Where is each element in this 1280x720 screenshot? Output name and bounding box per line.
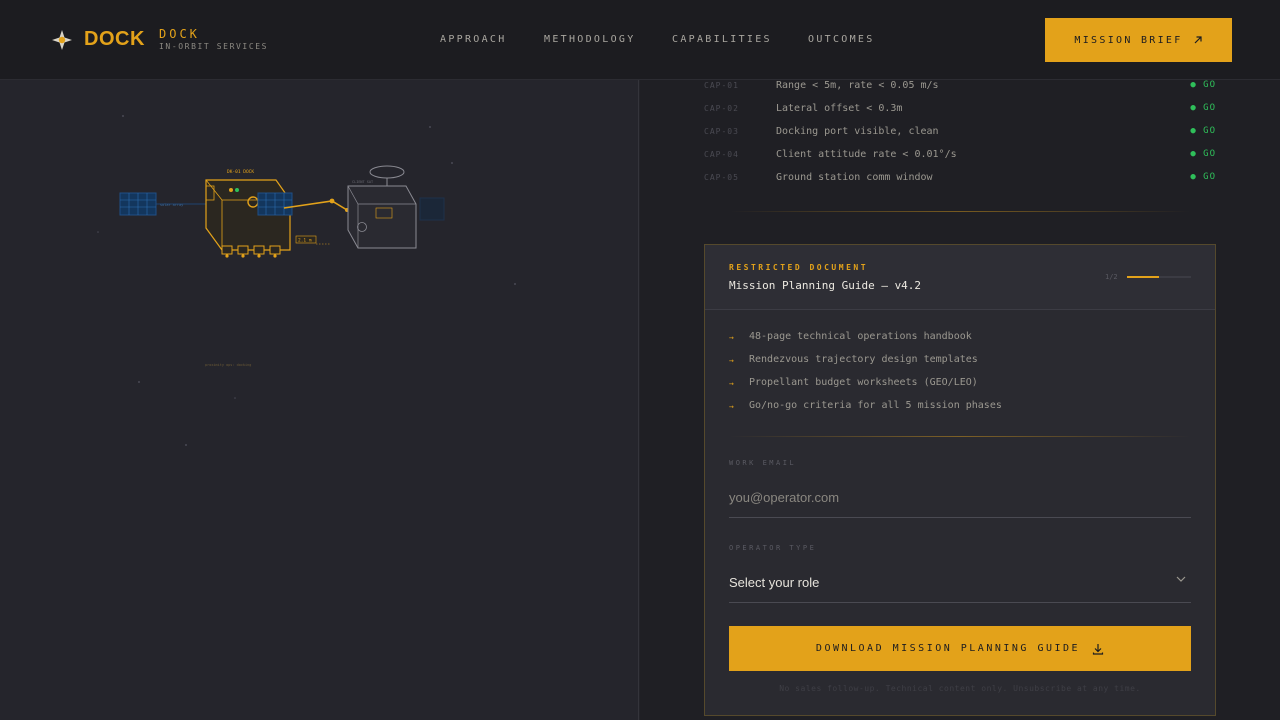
nav-link-outcomes[interactable]: OUTCOMES xyxy=(808,34,875,45)
nav-link-methodology[interactable]: METHODOLOGY xyxy=(544,34,636,45)
email-field[interactable] xyxy=(729,478,1191,518)
logo-icon[interactable] xyxy=(51,29,73,51)
left-solar-panel xyxy=(119,192,157,216)
check-text: Ground station comm window xyxy=(776,172,933,183)
hero-diagram-panel: solar array DK-01 DOCK 2.1 m CLIENT SAT … xyxy=(0,80,639,720)
diagram-caption: proximity ops: docking xyxy=(205,363,251,367)
arrow-right-icon: → xyxy=(729,356,734,365)
servicer-label: DK-01 DOCK xyxy=(227,169,254,175)
check-text: Range < 5m, rate < 0.05 m/s xyxy=(776,80,939,91)
status-badge: ● GO xyxy=(1190,126,1216,136)
download-icon xyxy=(1092,643,1104,655)
check-id: CAP-03 xyxy=(704,127,739,136)
checklist-row: CAP-02 Lateral offset < 0.3m ● GO xyxy=(704,103,1216,119)
logo-wordmark[interactable]: DOCK xyxy=(84,28,145,51)
fine-print: No sales follow-up. Technical content on… xyxy=(779,684,1141,693)
docking-diagram: solar array DK-01 DOCK 2.1 m CLIENT SAT … xyxy=(97,115,516,446)
feature-text: 48-page technical operations handbook xyxy=(749,331,972,342)
restricted-document-card: RESTRICTED DOCUMENT Mission Planning Gui… xyxy=(704,244,1216,716)
feature-text: Rendezvous trajectory design templates xyxy=(749,354,978,365)
mission-brief-label: MISSION BRIEF xyxy=(1074,34,1183,46)
check-text: Lateral offset < 0.3m xyxy=(776,103,903,114)
status-badge: ● GO xyxy=(1190,103,1216,113)
card-kicker: RESTRICTED DOCUMENT xyxy=(729,263,869,272)
card-title: Mission Planning Guide — v4.2 xyxy=(729,279,922,292)
arrow-right-icon: → xyxy=(729,333,734,342)
status-badge: ● GO xyxy=(1190,149,1216,159)
svg-text:solar array: solar array xyxy=(160,203,183,207)
mission-brief-button[interactable]: MISSION BRIEF xyxy=(1045,18,1232,62)
download-guide-label: DOWNLOAD MISSION PLANNING GUIDE xyxy=(815,643,1081,654)
nav-link-capabilities[interactable]: CAPABILITIES xyxy=(672,34,772,45)
status-badge: ● GO xyxy=(1190,172,1216,182)
arrow-right-icon: → xyxy=(729,379,734,388)
distance-readout: 2.1 m xyxy=(298,238,312,244)
arrow-up-right-icon xyxy=(1194,36,1202,44)
feature-text: Go/no-go criteria for all 5 mission phas… xyxy=(749,400,1002,411)
check-id: CAP-01 xyxy=(704,81,739,90)
card-divider xyxy=(729,436,1191,437)
nav-link-approach[interactable]: APPROACH xyxy=(440,34,507,45)
client-satellite xyxy=(347,165,417,249)
logo-tagline: IN-ORBIT SERVICES xyxy=(159,42,269,51)
download-guide-button[interactable]: DOWNLOAD MISSION PLANNING GUIDE xyxy=(729,626,1191,671)
client-label: CLIENT SAT xyxy=(352,180,374,184)
email-label: WORK EMAIL xyxy=(729,459,797,467)
logo-subtitle: DOCK xyxy=(159,27,200,41)
operator-type-label: OPERATOR TYPE xyxy=(729,544,817,552)
check-text: Docking port visible, clean xyxy=(776,126,939,137)
arrow-right-icon: → xyxy=(729,402,734,411)
checklist-row: CAP-04 Client attitude rate < 0.01°/s ● … xyxy=(704,149,1216,165)
progress-fill xyxy=(1127,276,1159,278)
checklist-row: CAP-01 Range < 5m, rate < 0.05 m/s ● GO xyxy=(704,80,1216,96)
card-header: RESTRICTED DOCUMENT Mission Planning Gui… xyxy=(705,245,1215,310)
chevron-down-icon xyxy=(1176,576,1186,582)
operator-type-select[interactable]: Select your role xyxy=(729,563,1191,603)
checklist-row: CAP-03 Docking port visible, clean ● GO xyxy=(704,126,1216,142)
feature-text: Propellant budget worksheets (GEO/LEO) xyxy=(749,377,978,388)
progress-bar xyxy=(1127,276,1191,278)
check-id: CAP-05 xyxy=(704,173,739,182)
step-indicator: 1/2 xyxy=(1105,273,1118,281)
check-id: CAP-02 xyxy=(704,104,739,113)
checklist-row: CAP-05 Ground station comm window ● GO xyxy=(704,172,1216,188)
robotic-arm xyxy=(283,200,348,211)
operator-type-value: Select your role xyxy=(729,575,820,590)
check-text: Client attitude rate < 0.01°/s xyxy=(776,149,957,160)
top-bar: DOCK DOCK IN-ORBIT SERVICES APPROACH MET… xyxy=(0,0,1280,80)
check-id: CAP-04 xyxy=(704,150,739,159)
section-divider xyxy=(730,211,1190,212)
status-badge: ● GO xyxy=(1190,80,1216,90)
